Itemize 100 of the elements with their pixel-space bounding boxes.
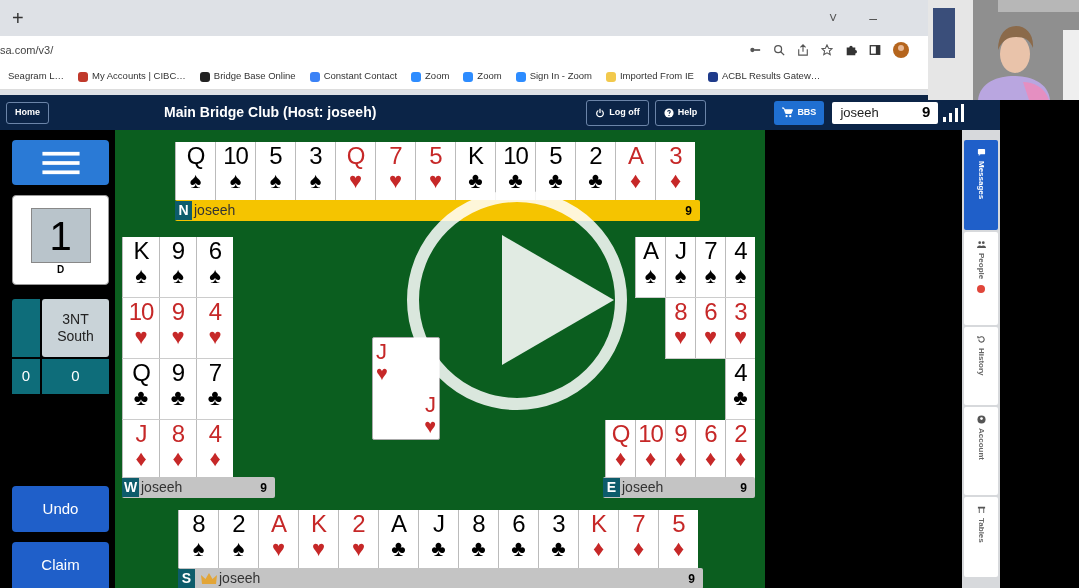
log-off-button[interactable]: Log off [586,99,649,126]
playing-card[interactable]: 10 ♠ [215,142,255,200]
playing-card[interactable]: K ♦ [578,510,618,568]
tab-list-button[interactable]: ˅ [829,7,838,29]
card-rank: A [391,512,406,536]
playing-card[interactable]: 7 ♥ [375,142,415,200]
playing-card[interactable]: 9 ♠ [159,237,196,297]
playing-card[interactable]: A ♠ [635,237,665,297]
bookmark[interactable]: Constant Contact [309,69,398,84]
bookmark[interactable]: Zoom [463,69,502,84]
card-rank: A [628,144,643,168]
playing-card[interactable]: 4 ♠ [725,237,755,297]
help-button[interactable]: Help [654,99,707,126]
home-button[interactable]: Home [6,101,49,124]
sidebar-tab[interactable]: Messages [964,140,998,230]
playing-card[interactable]: 8 ♦ [159,420,196,480]
contract-label: 3NT [62,310,89,328]
card-rank: 7 [704,239,717,263]
playing-card[interactable]: 4 ♥ [196,298,233,358]
playing-card[interactable]: 6 ♦ [695,420,725,480]
bbs-button[interactable]: BBS [774,100,825,125]
sidebar-tab[interactable]: Account [964,407,998,495]
card-rank: K [133,239,149,263]
playing-card[interactable]: K ♣ [455,142,495,200]
playing-card[interactable]: J ♠ [665,237,695,297]
playing-card[interactable]: K ♥ [298,510,338,568]
card-rank: 10 [638,422,663,446]
bookmark[interactable]: My Accounts | CIBC… [78,69,186,84]
playing-card[interactable]: 2 ♠ [218,510,258,568]
undo-button[interactable]: Undo [12,486,109,532]
bookmark[interactable]: ACBL Results Gatew… [707,69,821,84]
played-card[interactable]: J ♥ J ♥ [372,337,440,440]
playing-card[interactable]: 8 ♥ [665,298,695,358]
playing-card[interactable]: 9 ♥ [159,298,196,358]
menu-button[interactable] [12,140,109,185]
playing-card[interactable]: 8 ♣ [458,510,498,568]
bookmark[interactable]: Sign In - Zoom [515,69,592,84]
playing-card[interactable]: A ♣ [378,510,418,568]
playing-card[interactable]: 2 ♣ [575,142,615,200]
bookmark[interactable]: Zoom [411,69,450,84]
playing-card[interactable]: 3 ♠ [295,142,335,200]
playing-card[interactable]: 5 ♥ [415,142,455,200]
sidebar-tab[interactable]: History [964,327,998,405]
dealer-label: D [56,265,65,275]
sidebar-tab[interactable]: People [964,232,998,325]
playing-card[interactable]: K ♠ [122,237,159,297]
seat-badge: N [175,201,192,220]
playing-card[interactable]: 7 ♦ [618,510,658,568]
playing-card[interactable]: 5 ♦ [658,510,698,568]
profile-avatar[interactable] [893,42,909,58]
playing-card[interactable]: 5 ♠ [255,142,295,200]
playing-card[interactable]: Q ♠ [175,142,215,200]
zoom-icon[interactable] [773,44,785,56]
playing-card[interactable]: A ♥ [258,510,298,568]
playing-card[interactable]: 7 ♠ [695,237,725,297]
card-rank: 7 [632,512,645,536]
playing-card[interactable]: 7 ♣ [196,359,233,419]
playing-card[interactable]: 10 ♦ [635,420,665,480]
playing-card[interactable]: 5 ♣ [535,142,575,200]
playing-card[interactable]: 4 ♣ [725,359,755,419]
playing-card[interactable]: 9 ♣ [159,359,196,419]
bookmark[interactable]: Bridge Base Online [199,69,296,84]
card-rank: K [591,512,606,536]
playing-card[interactable]: A ♦ [615,142,655,200]
card-rank: 8 [171,422,185,446]
playing-card[interactable]: 4 ♦ [196,420,233,480]
playing-card[interactable]: 6 ♣ [498,510,538,568]
claim-button[interactable]: Claim [12,542,109,588]
new-tab-button[interactable]: + [12,8,24,28]
playing-card[interactable]: 6 ♠ [196,237,233,297]
playing-card[interactable]: 10 ♥ [122,298,159,358]
playing-card[interactable]: 3 ♦ [655,142,695,200]
suit-symbol: ♥ [271,538,286,560]
extensions-icon[interactable] [845,44,857,56]
chat-icon [976,148,986,157]
trick-count: 9 [260,479,267,497]
card-rank: 8 [472,512,485,536]
playing-card[interactable]: 2 ♦ [725,420,755,480]
playing-card[interactable]: 8 ♠ [178,510,218,568]
card-rank: 10 [128,300,154,324]
playing-card[interactable]: 2 ♥ [338,510,378,568]
playing-card[interactable]: Q ♥ [335,142,375,200]
playing-card[interactable]: 3 ♣ [538,510,578,568]
bookmark-star-icon[interactable] [821,44,833,56]
bookmark[interactable]: Imported From IE [605,69,694,84]
card-rank: J [675,239,686,263]
minimize-button[interactable]: – [869,7,877,29]
sidebar-tab[interactable]: Tables [964,497,998,577]
playing-card[interactable]: 9 ♦ [665,420,695,480]
playing-card[interactable]: 3 ♥ [725,298,755,358]
side-panel-icon[interactable] [869,44,881,56]
playing-card[interactable]: Q ♦ [605,420,635,480]
playing-card[interactable]: J ♦ [122,420,159,480]
playing-card[interactable]: 6 ♥ [695,298,725,358]
playing-card[interactable]: J ♣ [418,510,458,568]
card-rank: 6 [512,512,525,536]
share-icon[interactable] [797,44,809,56]
bookmark[interactable]: Seagram L… [8,69,64,84]
playing-card[interactable]: Q ♣ [122,359,159,419]
address-bar[interactable]: sa.com/v3/ [0,41,54,59]
